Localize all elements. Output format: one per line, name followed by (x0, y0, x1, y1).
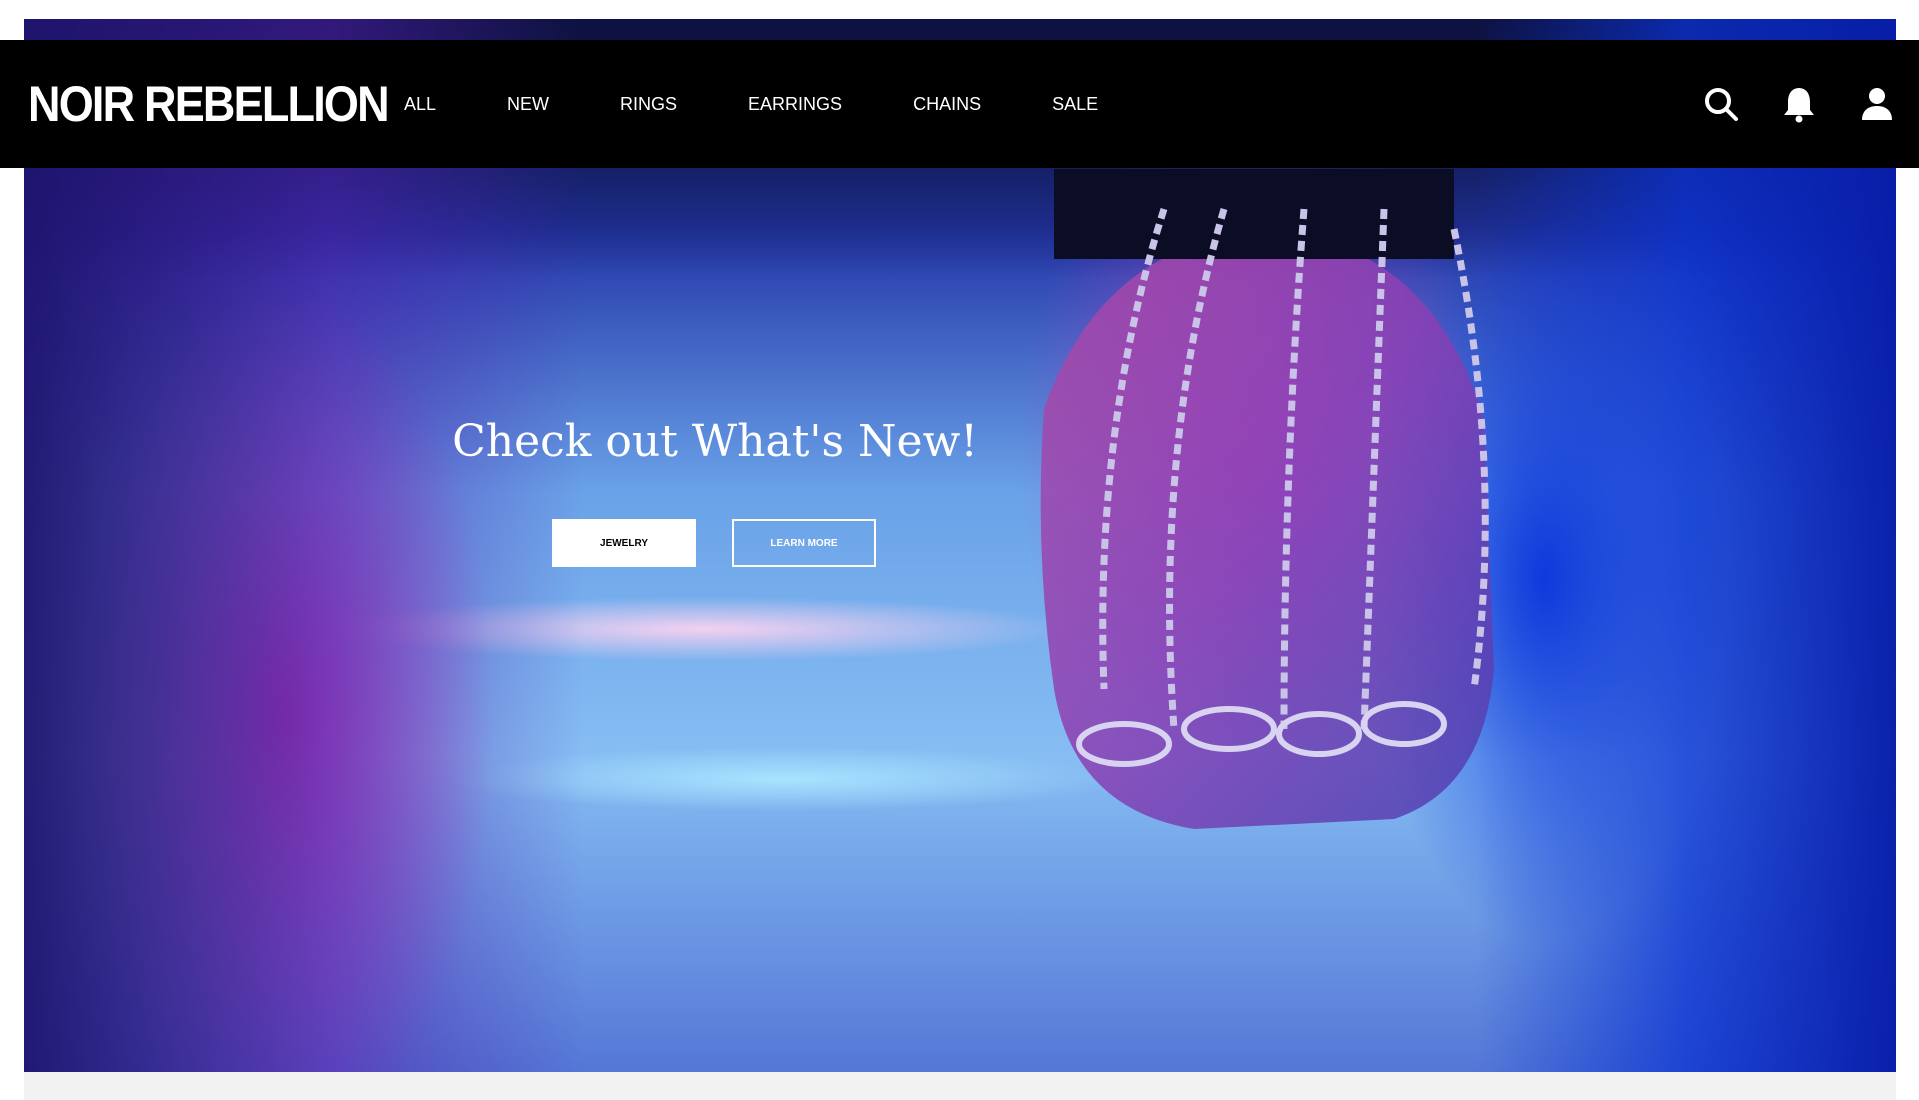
main-nav: ALL NEW RINGS EARRINGS CHAINS SALE (404, 40, 1169, 168)
top-navbar: NOIR REBELLION ALL NEW RINGS EARRINGS CH… (0, 40, 1919, 168)
nav-item-chains[interactable]: CHAINS (913, 94, 981, 115)
hero-content: Check out What's New! (430, 400, 1000, 484)
learn-more-button[interactable]: LEARN MORE (732, 519, 876, 567)
user-icon[interactable] (1857, 84, 1897, 124)
hero-blur-right (1476, 19, 1896, 1072)
nav-item-sale[interactable]: SALE (1052, 94, 1098, 115)
nav-item-new[interactable]: NEW (507, 94, 549, 115)
hero-buttons: JEWELRY LEARN MORE (552, 519, 876, 567)
jewelry-button[interactable]: JEWELRY (552, 519, 696, 567)
nav-item-earrings[interactable]: EARRINGS (748, 94, 842, 115)
hero-title: Check out What's New! (452, 416, 978, 467)
nav-item-rings[interactable]: RINGS (620, 94, 677, 115)
hero-banner (24, 19, 1896, 1072)
brand-logo[interactable]: NOIR REBELLION (28, 76, 390, 132)
nav-item-all[interactable]: ALL (404, 94, 436, 115)
page-bottom-strip (24, 1072, 1896, 1100)
hero-hand-chains-image (1040, 169, 1494, 829)
search-icon[interactable] (1701, 84, 1741, 124)
nav-icon-group (1663, 40, 1897, 168)
hero-blur-left (24, 19, 584, 1072)
bell-icon[interactable] (1779, 84, 1819, 124)
